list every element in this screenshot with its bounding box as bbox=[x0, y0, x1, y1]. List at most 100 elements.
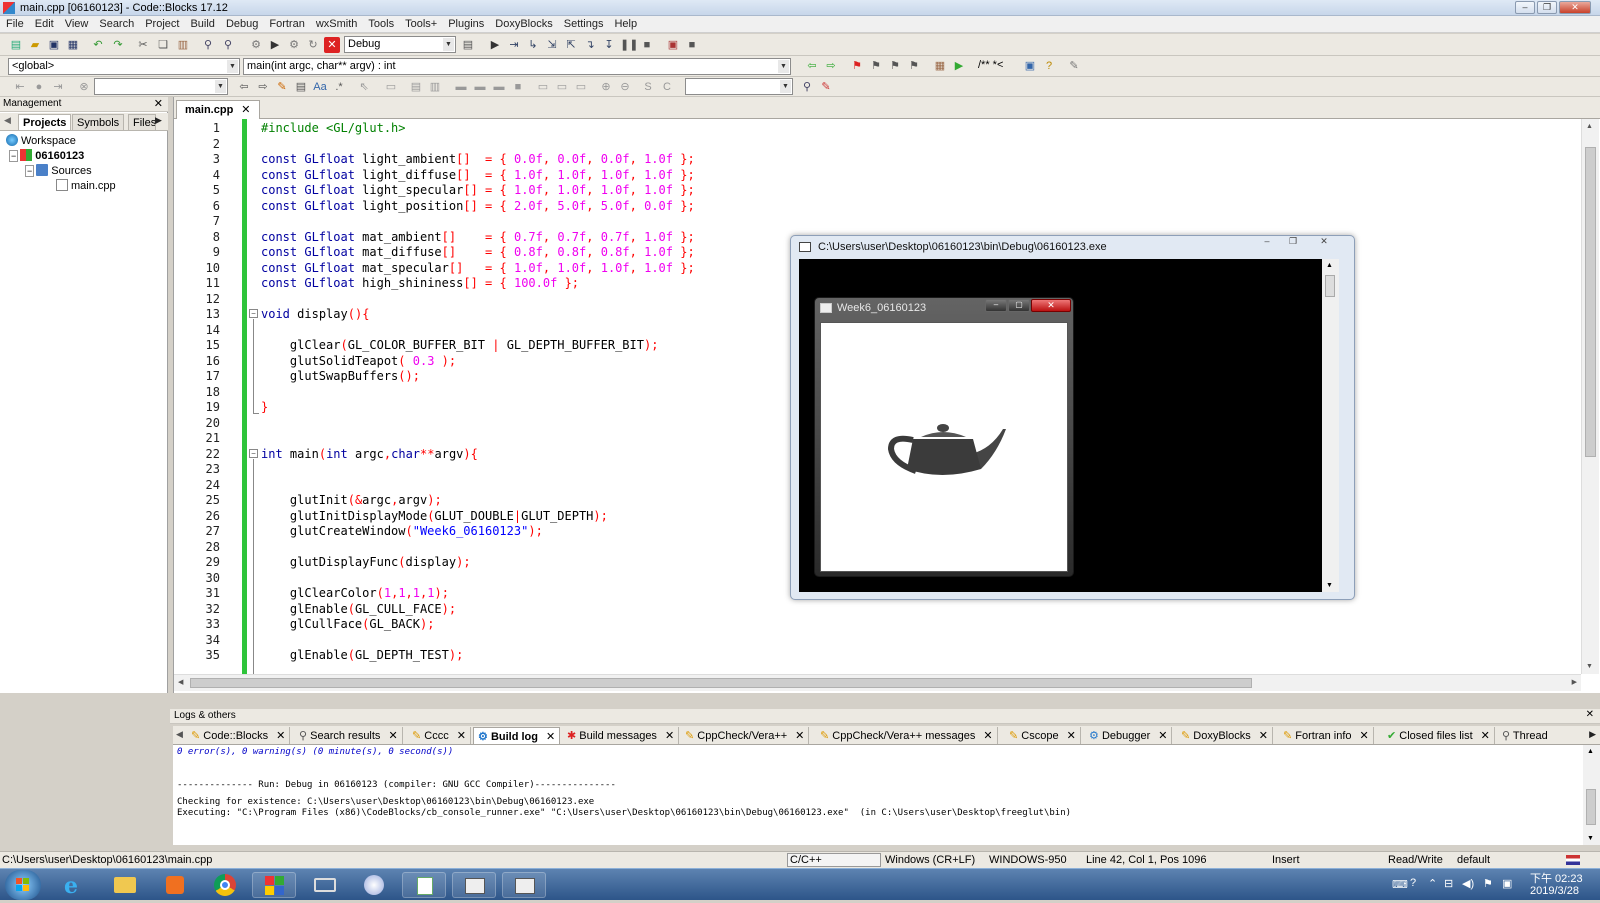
volume-icon[interactable]: ◀) bbox=[1462, 877, 1474, 890]
wx-sizer3-icon[interactable]: ▬ bbox=[491, 79, 507, 95]
code-line[interactable]: const GLfloat mat_diffuse[] = { 0.8f, 0.… bbox=[261, 245, 695, 260]
build-target-select[interactable]: Debug ▼ bbox=[344, 36, 456, 53]
fold-toggle[interactable]: − bbox=[249, 309, 258, 318]
chevron-left-icon[interactable]: ◀ bbox=[4, 115, 11, 126]
code-line[interactable]: const GLfloat mat_specular[] = { 1.0f, 1… bbox=[261, 261, 695, 276]
menu-settings[interactable]: Settings bbox=[558, 16, 609, 30]
close-icon[interactable]: ✕ bbox=[1481, 730, 1490, 742]
chevron-right-icon[interactable]: ▶ bbox=[1589, 729, 1596, 740]
editor-vertical-scrollbar[interactable]: ▲ ▼ bbox=[1581, 119, 1599, 674]
stop-debug-icon[interactable]: ■ bbox=[639, 37, 655, 53]
copy-icon[interactable]: ❏ bbox=[155, 37, 171, 53]
menu-build[interactable]: Build bbox=[184, 16, 219, 30]
symbol-search-input[interactable]: ▼ bbox=[685, 78, 793, 95]
clear-bookmarks-icon[interactable]: ⚑ bbox=[906, 58, 922, 74]
save-all-icon[interactable]: ▦ bbox=[65, 37, 81, 53]
step-into-icon[interactable]: ⇲ bbox=[544, 37, 560, 53]
tab-main-cpp[interactable]: main.cpp ✕ bbox=[176, 100, 260, 119]
menu-file[interactable]: File bbox=[0, 16, 29, 30]
tab-symbols[interactable]: Symbols bbox=[72, 114, 125, 130]
maximize-button[interactable]: ▢ bbox=[1008, 299, 1030, 312]
undo-icon[interactable]: ↶ bbox=[90, 37, 106, 53]
close-icon[interactable]: ✕ bbox=[1360, 730, 1369, 742]
tab-doxyblocks[interactable]: ✎ DoxyBlocks ✕ bbox=[1177, 727, 1273, 744]
symbol-settings-icon[interactable]: ✎ bbox=[818, 79, 834, 95]
select-tool-icon[interactable]: ⇖ bbox=[356, 79, 372, 95]
code-line[interactable]: glClear(GL_COLOR_BUFFER_BIT | GL_DEPTH_B… bbox=[261, 338, 659, 353]
close-icon[interactable]: ✕ bbox=[154, 97, 163, 110]
code-line[interactable]: glEnable(GL_CULL_FACE); bbox=[261, 602, 456, 617]
code-line[interactable]: const GLfloat light_diffuse[] = { 1.0f, … bbox=[261, 168, 695, 183]
prev-bookmark-icon[interactable]: ⚑ bbox=[868, 58, 884, 74]
scroll-up-icon[interactable]: ▲ bbox=[1326, 262, 1333, 269]
code-line[interactable]: glutDisplayFunc(display); bbox=[261, 555, 471, 570]
hscroll-thumb[interactable] bbox=[190, 678, 1252, 688]
minimize-button[interactable]: – bbox=[985, 299, 1007, 312]
scroll-up-icon[interactable]: ▲ bbox=[1586, 123, 1593, 130]
console-taskbar-icon[interactable] bbox=[452, 872, 496, 898]
collapse-icon[interactable]: − bbox=[25, 165, 35, 177]
scroll-thumb[interactable] bbox=[1586, 789, 1596, 825]
build-gear-icon[interactable]: ⚙ bbox=[248, 37, 264, 53]
clear-icon[interactable]: ⊗ bbox=[76, 79, 92, 95]
code-line[interactable]: int main(int argc,char**argv){ bbox=[261, 447, 478, 462]
wx-align2-icon[interactable]: ▭ bbox=[554, 79, 570, 95]
close-icon[interactable]: ✕ bbox=[983, 730, 992, 742]
zoom-out-icon[interactable]: ⊖ bbox=[617, 79, 633, 95]
tab-cppcheck-messages[interactable]: ✎ CppCheck/Vera++ messages ✕ bbox=[816, 727, 998, 744]
wx-dialog-icon[interactable]: ▤ bbox=[408, 79, 424, 95]
toggle-bookmark-icon[interactable]: ⚑ bbox=[849, 58, 865, 74]
tab-fortran-info[interactable]: ✎ Fortran info ✕ bbox=[1279, 727, 1374, 744]
keyboard-icon[interactable]: ⌨ bbox=[1392, 878, 1408, 891]
close-icon[interactable]: ✕ bbox=[795, 730, 804, 742]
network-icon[interactable]: ⊟ bbox=[1444, 877, 1453, 890]
menu-search[interactable]: Search bbox=[93, 16, 139, 30]
tab-debugger[interactable]: ⚙ Debugger ✕ bbox=[1085, 727, 1173, 744]
scroll-up-icon[interactable]: ▲ bbox=[1587, 748, 1594, 755]
tab-cppcheck[interactable]: ✎ CppCheck/Vera++ ✕ bbox=[681, 727, 810, 744]
incremental-search-input[interactable]: ▼ bbox=[94, 78, 228, 95]
function-select[interactable]: main(int argc, char** argv) : int ▼ bbox=[243, 58, 791, 75]
fold-toggle[interactable]: − bbox=[249, 449, 258, 458]
close-icon[interactable]: ✕ bbox=[457, 730, 466, 742]
next-bookmark-icon[interactable]: ⚑ bbox=[887, 58, 903, 74]
run-icon[interactable]: ▶ bbox=[267, 37, 283, 53]
maximize-button[interactable]: ❐ bbox=[1281, 236, 1305, 249]
next-instruction-icon[interactable]: ↴ bbox=[582, 37, 598, 53]
ie-icon[interactable]: e bbox=[52, 872, 96, 899]
editor-horizontal-scrollbar[interactable]: ◀ ▶ bbox=[174, 674, 1581, 691]
dot-icon[interactable]: ● bbox=[31, 79, 47, 95]
step-instruction-icon[interactable]: ↧ bbox=[601, 37, 617, 53]
menu-tools-plus[interactable]: Tools+ bbox=[399, 16, 442, 30]
close-icon[interactable]: ✕ bbox=[241, 104, 250, 116]
c-icon[interactable]: C bbox=[659, 79, 675, 95]
doxywizard-icon[interactable]: ▦ bbox=[932, 58, 948, 74]
close-icon[interactable]: ✕ bbox=[1259, 730, 1268, 742]
tab-thread[interactable]: ⚲ Thread bbox=[1498, 727, 1552, 744]
file-explorer-icon[interactable] bbox=[102, 872, 146, 898]
replace-icon[interactable]: ⚲ bbox=[220, 37, 236, 53]
close-icon[interactable]: ✕ bbox=[1158, 730, 1167, 742]
tab-projects[interactable]: Projects bbox=[18, 114, 72, 130]
symbol-find-icon[interactable]: ⚲ bbox=[799, 79, 815, 95]
close-icon[interactable]: ✕ bbox=[1067, 730, 1076, 742]
scroll-right-icon[interactable]: ▶ bbox=[1572, 678, 1577, 686]
code-line[interactable]: const GLfloat light_position[] = { 2.0f,… bbox=[261, 199, 695, 214]
prev-icon[interactable]: ⇤ bbox=[12, 79, 28, 95]
code-line[interactable]: glutCreateWindow("Week6_06160123"); bbox=[261, 524, 543, 539]
zoom-in-icon[interactable]: ⊕ bbox=[598, 79, 614, 95]
menu-debug[interactable]: Debug bbox=[220, 16, 263, 30]
html-docs-icon[interactable]: ▣ bbox=[1022, 58, 1038, 74]
code-line[interactable]: const GLfloat mat_ambient[] = { 0.7f, 0.… bbox=[261, 230, 695, 245]
code-line[interactable]: glClearColor(1,1,1,1); bbox=[261, 586, 449, 601]
tab-files[interactable]: Files bbox=[128, 114, 156, 130]
abort-icon[interactable]: ✕ bbox=[324, 37, 340, 53]
code-line[interactable]: glutInitDisplayMode(GLUT_DOUBLE|GLUT_DEP… bbox=[261, 509, 608, 524]
wx-panel-icon[interactable]: ▥ bbox=[427, 79, 443, 95]
menu-wxsmith[interactable]: wxSmith bbox=[310, 16, 363, 30]
code-line[interactable]: void display(){ bbox=[261, 307, 369, 322]
run-to-cursor-icon[interactable]: ⇥ bbox=[506, 37, 522, 53]
glut-taskbar-icon[interactable] bbox=[502, 872, 546, 898]
tab-cscope[interactable]: ✎ Cscope ✕ bbox=[1005, 727, 1081, 744]
jump-back-icon[interactable]: ⇦ bbox=[804, 58, 820, 74]
